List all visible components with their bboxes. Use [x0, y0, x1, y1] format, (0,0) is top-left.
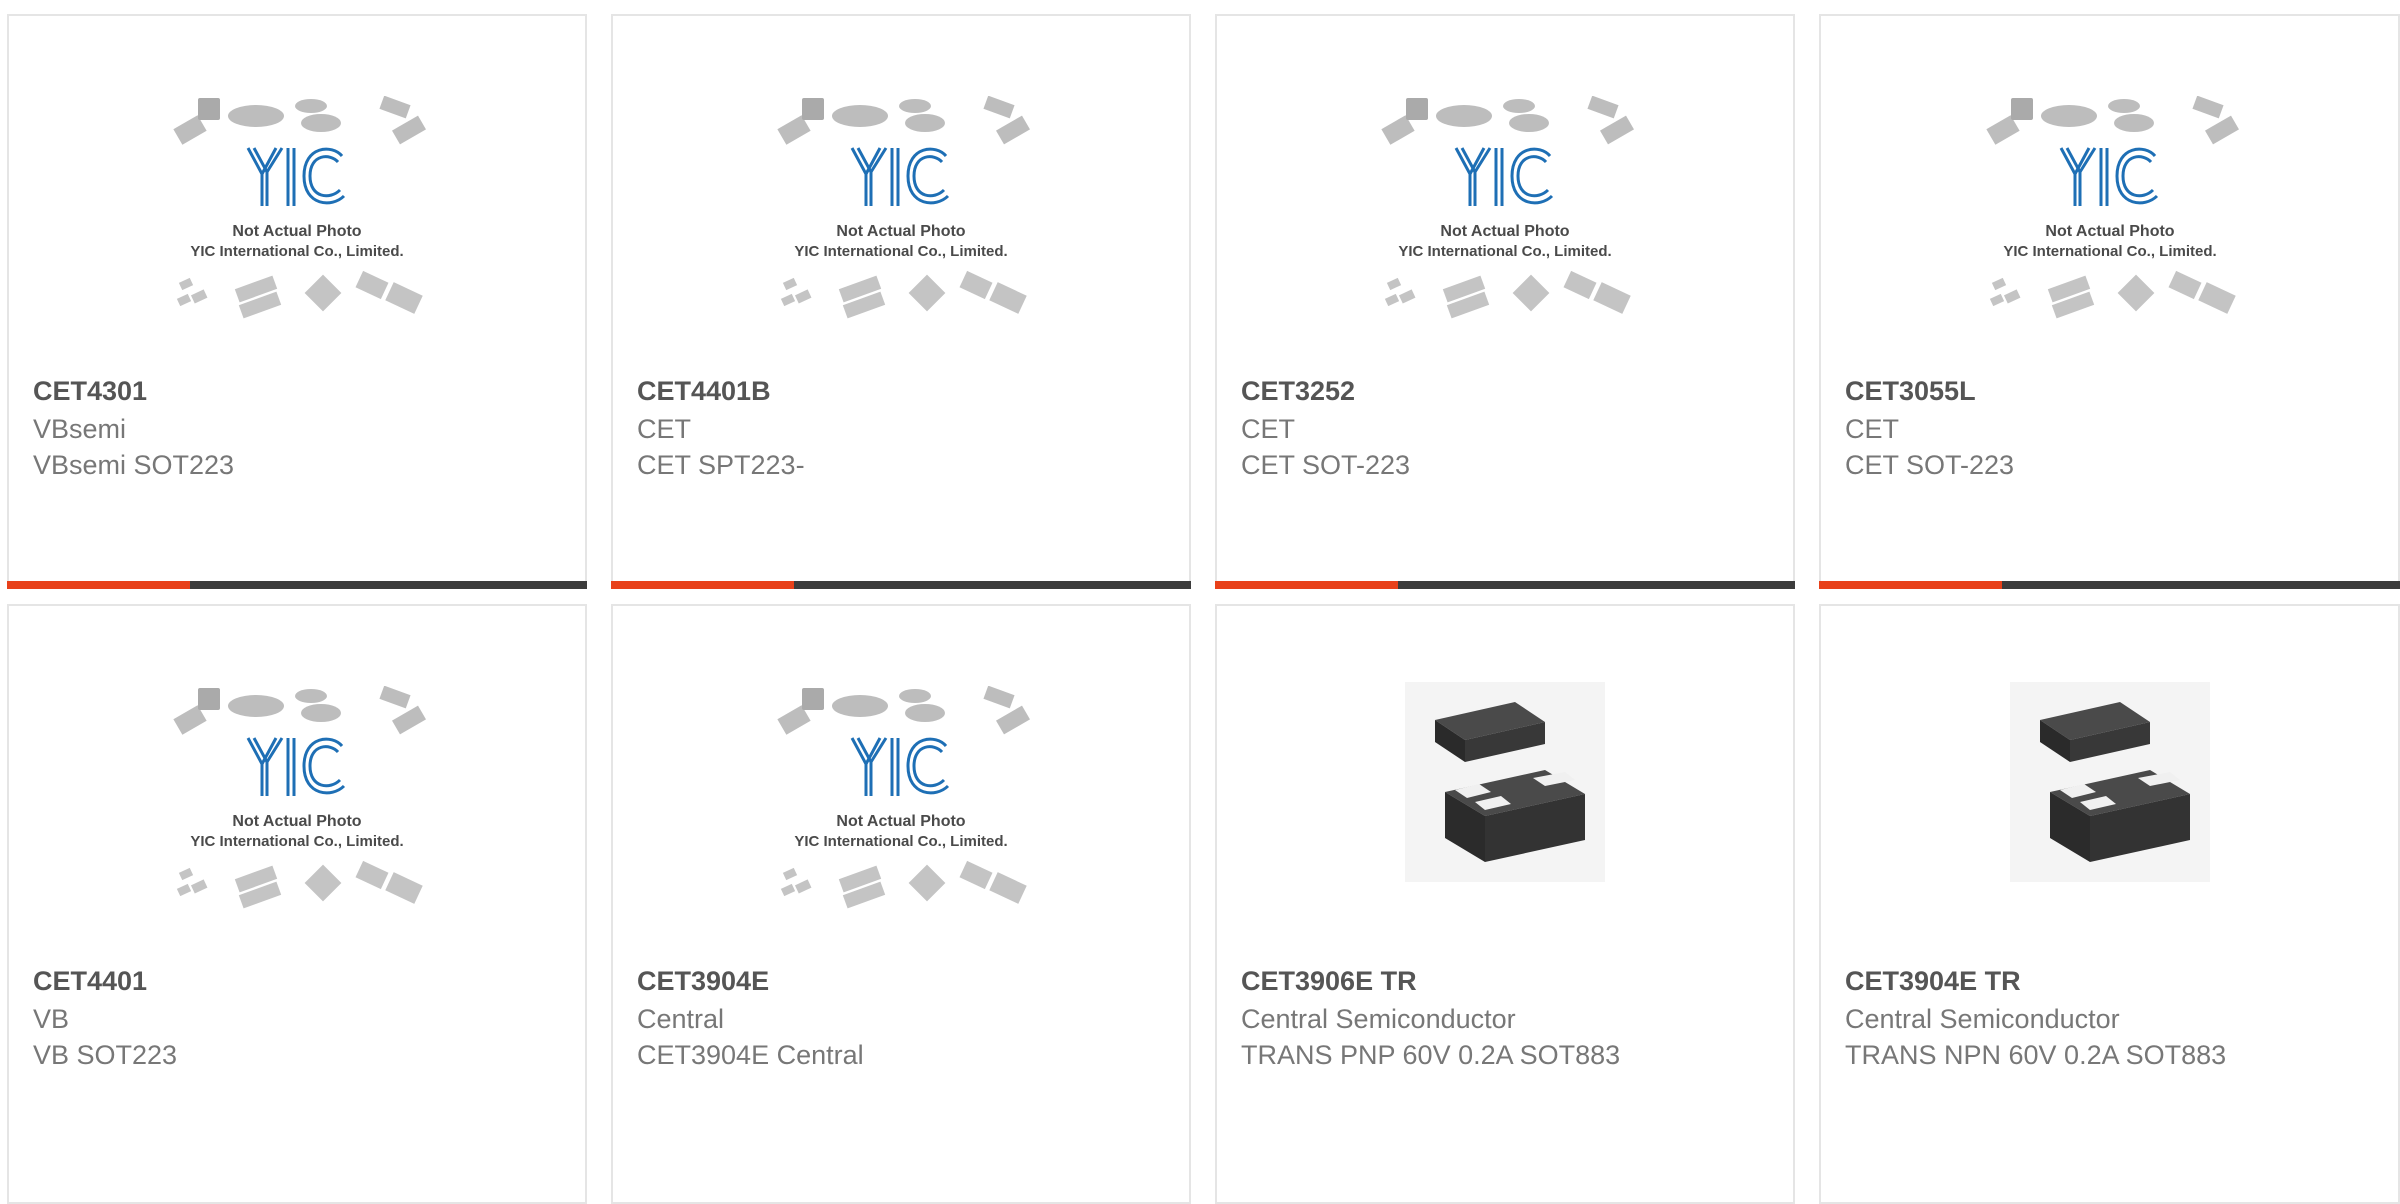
accent-bar-fill	[1215, 581, 1398, 589]
product-card[interactable]: CET3906E TR Central Semiconductor TRANS …	[1215, 604, 1795, 1204]
part-number[interactable]: CET3055L	[1845, 374, 1976, 408]
accent-bar-fill	[611, 581, 794, 589]
manufacturer: Central	[637, 1004, 725, 1034]
product-card[interactable]: CET4401 VB VB SOT223	[7, 604, 587, 1204]
part-number[interactable]: CET4401B	[637, 374, 771, 408]
description: CET SOT-223	[1241, 450, 1411, 480]
description: VBsemi SOT223	[33, 450, 235, 480]
description: CET3904E Central	[637, 1040, 864, 1070]
accent-bar-rest	[190, 581, 587, 589]
description: CET SPT223-	[637, 450, 805, 480]
part-number[interactable]: CET3906E TR	[1241, 964, 1417, 998]
product-image	[9, 96, 585, 361]
product-card[interactable]: CET3055L CET CET SOT-223	[1819, 14, 2400, 589]
description: TRANS PNP 60V 0.2A SOT883	[1241, 1040, 1621, 1070]
product-card[interactable]: CET4301 VBsemi VBsemi SOT223	[7, 14, 587, 589]
product-image	[9, 686, 585, 951]
accent-bar-rest	[1398, 581, 1795, 589]
manufacturer: VBsemi	[33, 414, 127, 444]
product-image	[1821, 96, 2398, 361]
accent-bar-rest	[2002, 581, 2400, 589]
product-image	[1821, 682, 2398, 947]
manufacturer: VB	[33, 1004, 70, 1034]
part-number[interactable]: CET4401	[33, 964, 147, 998]
manufacturer: Central Semiconductor	[1845, 1004, 2120, 1034]
card-accent-bar	[611, 581, 1191, 589]
placeholder-logo-icon	[1984, 96, 2240, 320]
part-number[interactable]: CET3252	[1241, 374, 1355, 408]
description: TRANS NPN 60V 0.2A SOT883	[1845, 1040, 2227, 1070]
product-image	[613, 686, 1189, 951]
product-card[interactable]: CET4401B CET CET SPT223-	[611, 14, 1191, 589]
placeholder-logo-icon	[171, 686, 428, 910]
description: VB SOT223	[33, 1040, 178, 1070]
manufacturer: CET	[1845, 414, 1899, 444]
manufacturer: CET	[637, 414, 691, 444]
product-image	[1217, 682, 1793, 947]
product-card[interactable]: CET3904E Central CET3904E Central	[611, 604, 1191, 1204]
card-accent-bar	[1819, 581, 2400, 589]
placeholder-logo-icon	[775, 686, 1032, 910]
part-number[interactable]: CET3904E	[637, 964, 769, 998]
product-card[interactable]: CET3252 CET CET SOT-223	[1215, 14, 1795, 589]
sot883-package-icon	[1405, 682, 1605, 882]
manufacturer: CET	[1241, 414, 1295, 444]
part-number[interactable]: CET4301	[33, 374, 147, 408]
card-accent-bar	[1215, 581, 1795, 589]
placeholder-logo-icon	[775, 96, 1032, 320]
placeholder-logo-icon	[171, 96, 428, 320]
product-image	[1217, 96, 1793, 361]
accent-bar-rest	[794, 581, 1191, 589]
placeholder-logo-icon	[1379, 96, 1636, 320]
sot883-package-icon	[2009, 682, 2210, 882]
card-accent-bar	[7, 581, 587, 589]
description: CET SOT-223	[1845, 450, 2015, 480]
part-number[interactable]: CET3904E TR	[1845, 964, 2021, 998]
accent-bar-fill	[1819, 581, 2002, 589]
accent-bar-fill	[7, 581, 190, 589]
manufacturer: Central Semiconductor	[1241, 1004, 1516, 1034]
product-grid: CET4301 VBsemi VBsemi SOT223 CET4401B CE…	[0, 0, 2400, 1204]
product-card[interactable]: CET3904E TR Central Semiconductor TRANS …	[1819, 604, 2400, 1204]
product-image	[613, 96, 1189, 361]
